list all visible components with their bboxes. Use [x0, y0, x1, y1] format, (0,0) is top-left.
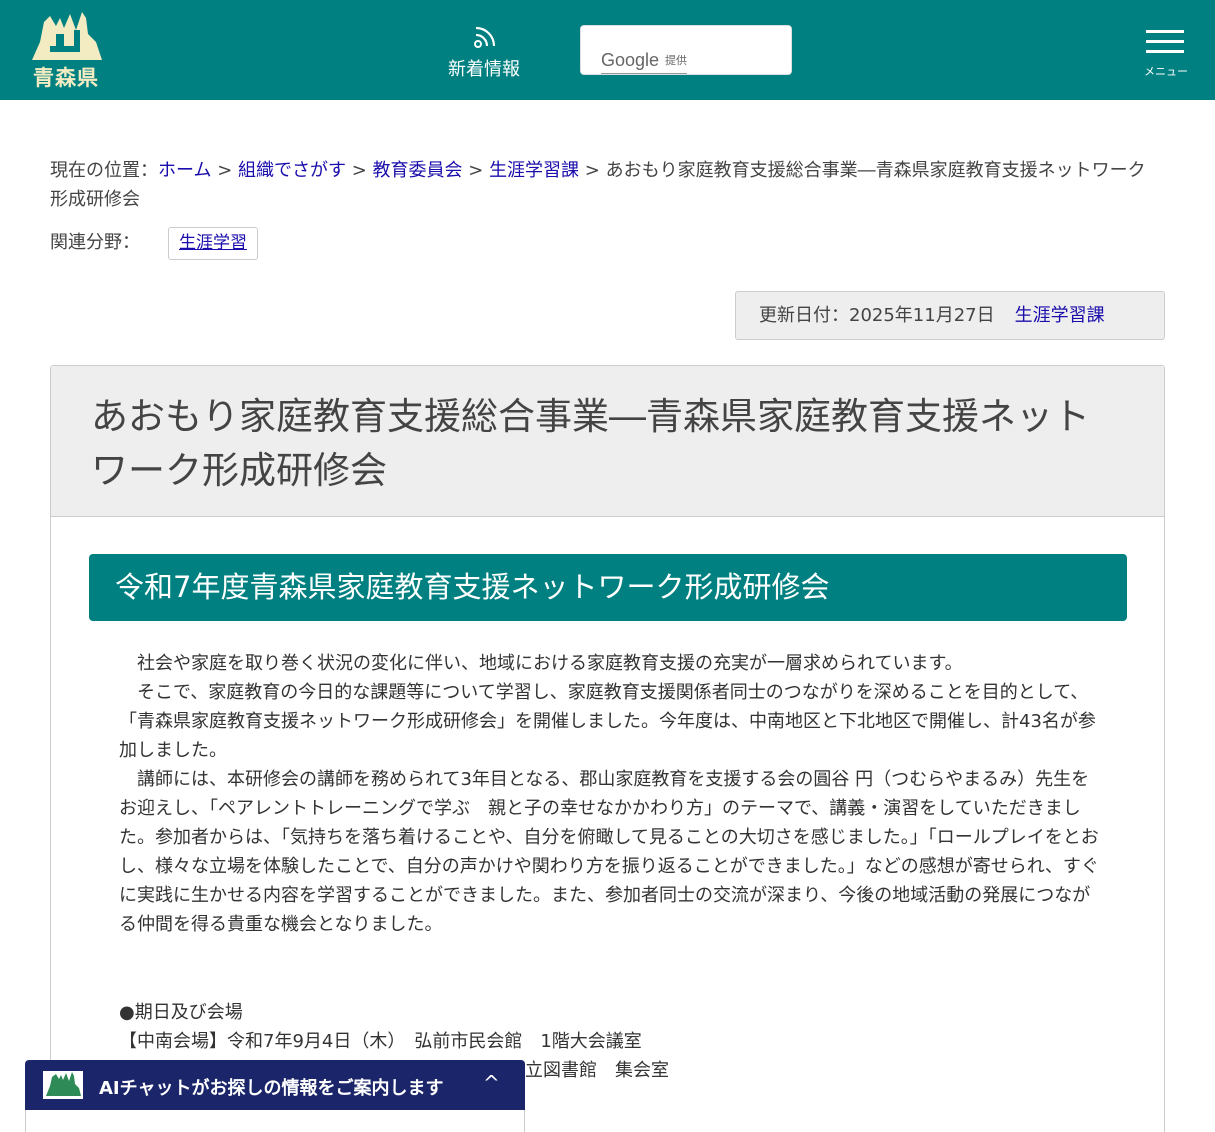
breadcrumb: 現在の位置：ホーム > 組織でさがす > 教育委員会 > 生涯学習課 > あおも…: [50, 156, 1150, 214]
update-info: 更新日付：2025年11月27日 生涯学習課: [735, 291, 1165, 340]
site-header: 青森県 新着情報 Google 提供 メニュー: [0, 0, 1215, 100]
paragraph-text: 社会や家庭を取り巻く状況の変化に伴い、地域における家庭教育支援の充実が一層求めら…: [137, 653, 963, 674]
breadcrumb-lifelong-learning[interactable]: 生涯学習課: [489, 160, 579, 181]
breadcrumb-separator: >: [346, 160, 373, 181]
breadcrumb-organization[interactable]: 組織でさがす: [238, 160, 346, 181]
aomori-chat-logo-icon: [43, 1071, 83, 1099]
breadcrumb-home[interactable]: ホーム: [158, 160, 211, 181]
venue-heading: ●期日及び会場: [119, 1002, 243, 1023]
venue-line: 【中南会場】令和7年9月4日（木） 弘前市民会館 1階大会議室: [119, 1031, 642, 1052]
paragraph: 講師には、本研修会の講師を務められて3年目となる、郡山家庭教育を支援する会の圓谷…: [119, 765, 1099, 939]
breadcrumb-prefix: 現在の位置：: [50, 160, 158, 181]
update-date: 更新日付：2025年11月27日: [759, 305, 995, 326]
search-input[interactable]: Google 提供: [580, 25, 792, 75]
search-brand-suffix: 提供: [665, 55, 688, 67]
breadcrumb-separator: >: [462, 160, 490, 181]
breadcrumb-separator: >: [579, 160, 606, 181]
aomori-prefecture-shape-icon: [32, 12, 102, 60]
logo-text: 青森県: [33, 66, 99, 90]
related-tag-lifelong-learning[interactable]: 生涯学習: [168, 227, 258, 260]
article-header: あおもり家庭教育支援総合事業―青森県家庭教育支援ネットワーク形成研修会: [51, 366, 1164, 517]
menu-button[interactable]: メニュー: [1138, 28, 1194, 80]
aomori-logo[interactable]: 青森県: [24, 12, 108, 92]
department-link[interactable]: 生涯学習課: [1015, 305, 1105, 326]
ai-chat-banner[interactable]: AIチャットがお探しの情報をご案内します ^: [25, 1060, 525, 1110]
related-field-label: 関連分野：: [50, 232, 140, 253]
rss-icon: [474, 26, 496, 48]
google-brand-text: Google: [601, 50, 660, 70]
ai-chat-panel: [25, 1110, 525, 1132]
news-label: 新着情報: [448, 59, 520, 80]
ai-chat-label: AIチャットがお探しの情報をご案内します: [99, 1078, 444, 1099]
page-title: あおもり家庭教育支援総合事業―青森県家庭教育支援ネットワーク形成研修会: [91, 395, 1090, 492]
hamburger-icon-bar: [1146, 50, 1184, 53]
menu-label: メニュー: [1144, 65, 1188, 78]
paragraph: そこで、家庭教育の今日的な課題等について学習し、家庭教育支援関係者同士のつながり…: [119, 678, 1099, 765]
article-body: 社会や家庭を取り巻く状況の変化に伴い、地域における家庭教育支援の充実が一層求めら…: [119, 649, 1099, 939]
section-heading: 令和7年度青森県家庭教育支援ネットワーク形成研修会: [89, 554, 1127, 621]
chevron-up-icon: ^: [483, 1071, 500, 1095]
news-link[interactable]: 新着情報: [436, 24, 532, 88]
breadcrumb-separator: >: [211, 160, 238, 181]
hamburger-icon: [1146, 30, 1184, 33]
paragraph-text: 講師には、本研修会の講師を務められて3年目となる、郡山家庭教育を支援する会の圓谷…: [119, 769, 1099, 935]
search-brand: Google 提供: [601, 50, 687, 71]
hamburger-icon-bar: [1146, 40, 1184, 43]
breadcrumb-board-of-education[interactable]: 教育委員会: [373, 160, 463, 181]
paragraph-text: そこで、家庭教育の今日的な課題等について学習し、家庭教育支援関係者同士のつながり…: [119, 682, 1096, 761]
search-underline: [601, 73, 687, 74]
article: あおもり家庭教育支援総合事業―青森県家庭教育支援ネットワーク形成研修会 令和7年…: [50, 365, 1165, 1132]
paragraph: 社会や家庭を取り巻く状況の変化に伴い、地域における家庭教育支援の充実が一層求めら…: [119, 649, 1099, 678]
